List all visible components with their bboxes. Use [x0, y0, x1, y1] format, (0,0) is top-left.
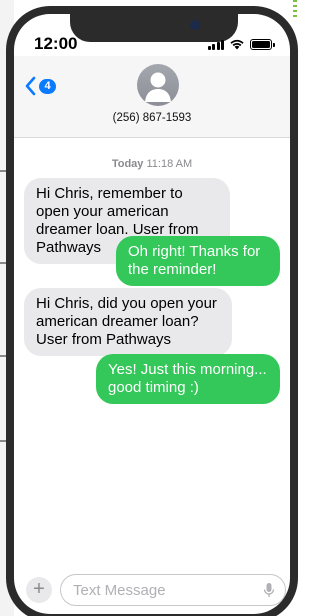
status-icons [207, 38, 275, 50]
timestamp-day: Today [111, 158, 144, 170]
wifi-icon [230, 39, 244, 50]
back-chevron-icon [25, 76, 36, 96]
add-attachment-button[interactable]: + [26, 577, 52, 603]
phone-screen: 12:00 4 (256) 867-1593 Today 11:18 AM Hi… [14, 14, 290, 614]
camera-icon [190, 20, 200, 30]
contact-number[interactable]: (256) 867-1593 [14, 112, 290, 124]
decorative-dots [293, 0, 297, 18]
outgoing-message[interactable]: Yes! Just this morning... good timing :) [96, 354, 280, 404]
status-time: 12:00 [34, 34, 78, 53]
conversation-header: 4 (256) 867-1593 [14, 56, 290, 138]
message-thread[interactable]: Today 11:18 AM Hi Chris, remember to ope… [14, 138, 290, 548]
signal-icon [207, 40, 224, 50]
phone-frame: 12:00 4 (256) 867-1593 Today 11:18 AM Hi… [6, 6, 298, 616]
outgoing-message[interactable]: Oh right! Thanks for the reminder! [116, 236, 280, 286]
incoming-message[interactable]: Hi Chris, did you open your american dre… [24, 288, 232, 356]
message-input[interactable]: Text Message [60, 574, 286, 606]
battery-icon [250, 39, 275, 50]
status-bar: 12:00 [14, 14, 290, 56]
unread-badge: 4 [39, 78, 56, 94]
timestamp-time: 11:18 AM [146, 158, 193, 170]
microphone-icon[interactable] [263, 582, 275, 598]
message-input-placeholder: Text Message [73, 582, 166, 599]
avatar-icon[interactable] [137, 64, 179, 106]
thread-timestamp: Today 11:18 AM [14, 158, 290, 170]
composer-bar: + Text Message [14, 572, 290, 612]
back-button[interactable]: 4 [24, 76, 56, 96]
